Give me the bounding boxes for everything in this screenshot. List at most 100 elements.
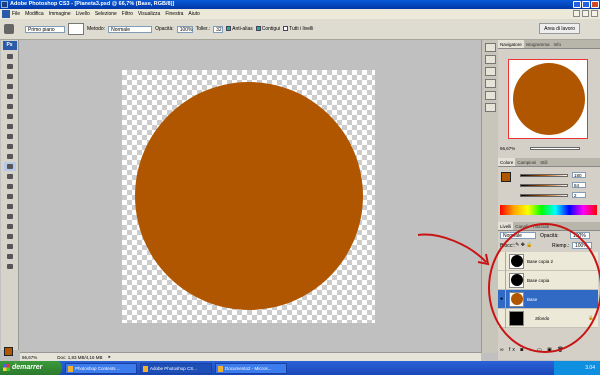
close-button[interactable] (591, 1, 599, 8)
menu-finestra[interactable]: Finestra (165, 11, 183, 17)
move-tool-icon[interactable] (4, 52, 16, 61)
menu-livello[interactable]: Livello (76, 11, 90, 17)
workspace-button[interactable]: Area di lavoro (539, 23, 580, 34)
tab-livelli[interactable]: Livelli (498, 222, 514, 230)
hand-tool-icon[interactable] (4, 252, 16, 261)
brushes-panel-icon[interactable] (484, 67, 496, 76)
status-zoom[interactable]: 66,67% (22, 355, 37, 360)
slice-tool-icon[interactable] (4, 102, 16, 111)
tab-navigatore[interactable]: Navigatore (498, 40, 524, 48)
start-button[interactable]: demarrer (0, 361, 62, 375)
color-fg-swatch[interactable] (501, 172, 511, 182)
zoom-tool-icon[interactable] (4, 262, 16, 271)
menu-visualizza[interactable]: Visualizza (138, 11, 160, 17)
toolbox: Ps (1, 40, 19, 356)
shape-tool-icon[interactable] (4, 222, 16, 231)
red-slider[interactable] (520, 174, 568, 177)
dodge-tool-icon[interactable] (4, 182, 16, 191)
navigator-zoom-slider[interactable] (530, 147, 580, 150)
paint-bucket-icon[interactable] (4, 24, 14, 34)
lock-icons[interactable]: ▫ ✎ ✥ 🔒 (512, 242, 533, 248)
layer-row[interactable]: Base copia 2 (498, 251, 598, 271)
notes-tool-icon[interactable] (4, 232, 16, 241)
eye-icon[interactable]: ● (498, 289, 506, 309)
navigator-zoom[interactable]: 66,67% (500, 146, 515, 151)
menu-aiuto[interactable]: Aiuto (188, 11, 199, 17)
clone-source-icon[interactable] (484, 91, 496, 100)
layer-row-selected[interactable]: ● Base (498, 289, 598, 309)
color-tabs: Colore Campioni Stili (498, 158, 600, 167)
healing-tool-icon[interactable] (4, 112, 16, 121)
menu-filtro[interactable]: Filtro (122, 11, 133, 17)
layer-name: Base (527, 296, 538, 302)
all-layers-checkbox[interactable]: Tutti i livelli (283, 26, 313, 32)
tab-canali[interactable]: Canali (513, 222, 530, 230)
tab-info[interactable]: Info (552, 40, 564, 48)
layers-footer-icons[interactable]: ∞ fx ◙ ◑ ▭ ▣ 🗑 (500, 347, 566, 353)
eraser-tool-icon[interactable] (4, 152, 16, 161)
contiguous-checkbox[interactable]: Contigui (255, 26, 280, 32)
tab-tracciati[interactable]: Tracciati (530, 222, 551, 230)
layer-opacity-input[interactable]: 100% (570, 232, 590, 239)
layer-comps-icon[interactable] (484, 103, 496, 112)
blue-value[interactable]: 2 (572, 192, 586, 198)
visibility-toggle-icon[interactable] (498, 270, 506, 290)
blend-mode-select[interactable]: Normale (500, 232, 536, 239)
minimize-button[interactable] (573, 1, 581, 8)
pen-tool-icon[interactable] (4, 192, 16, 201)
tab-campioni[interactable]: Campioni (515, 158, 538, 166)
magic-wand-tool-icon[interactable] (4, 82, 16, 91)
visibility-toggle-icon[interactable] (498, 251, 506, 271)
menu-modifica[interactable]: Modifica (25, 11, 44, 17)
tolerance-input[interactable]: 32 (213, 25, 224, 33)
layers-tabs: Livelli Canali Tracciati (498, 222, 600, 231)
doc-restore-button[interactable] (582, 10, 589, 17)
brush-tool-icon[interactable] (4, 122, 16, 131)
pattern-swatch[interactable] (68, 23, 84, 35)
taskbar-item-word[interactable]: Documento2 - Micros... (215, 362, 287, 374)
menu-immagine[interactable]: Immagine (49, 11, 71, 17)
actions-panel-icon[interactable] (484, 55, 496, 64)
menu-file[interactable]: File (12, 11, 20, 17)
taskbar-item-photoshop[interactable]: Adobe Photoshop CS... (140, 362, 212, 374)
ps-menu-icon[interactable] (2, 10, 10, 18)
red-value[interactable]: 180 (572, 172, 586, 178)
doc-minimize-button[interactable] (573, 10, 580, 17)
foreground-color-swatch[interactable] (4, 347, 13, 356)
paint-bucket-tool-icon[interactable] (3, 162, 16, 171)
stamp-tool-icon[interactable] (4, 132, 16, 141)
blue-slider[interactable] (520, 194, 568, 197)
color-spectrum-bar[interactable] (500, 205, 597, 215)
tab-istogramma[interactable]: Istogramma (524, 40, 552, 48)
eyedropper-tool-icon[interactable] (4, 242, 16, 251)
layer-row[interactable]: Base copia (498, 270, 598, 290)
crop-tool-icon[interactable] (4, 92, 16, 101)
marquee-tool-icon[interactable] (4, 62, 16, 71)
history-panel-icon[interactable] (484, 43, 496, 52)
doc-close-button[interactable] (591, 10, 598, 17)
layer-name: Sfondo (535, 315, 550, 321)
layer-name: Base copia 2 (527, 258, 554, 264)
fill-input[interactable]: 100% (572, 242, 592, 249)
visibility-toggle-icon[interactable] (498, 308, 506, 328)
lasso-tool-icon[interactable] (4, 72, 16, 81)
taskbar-item-browser[interactable]: Photoshop Contests ... (65, 362, 137, 374)
antialias-checkbox[interactable]: Anti-alias (226, 26, 253, 32)
blur-tool-icon[interactable] (4, 172, 16, 181)
tool-presets-icon[interactable] (484, 79, 496, 88)
tab-stili[interactable]: Stili (538, 158, 549, 166)
status-arrow-icon[interactable]: ▸ (109, 354, 111, 360)
maximize-button[interactable] (582, 1, 590, 8)
mode-select[interactable]: Normale (108, 25, 153, 33)
fill-source-select[interactable]: Primo piano (25, 25, 65, 33)
type-tool-icon[interactable] (4, 202, 16, 211)
mode-label: Metodo: (87, 26, 106, 32)
path-select-tool-icon[interactable] (4, 212, 16, 221)
layer-row[interactable]: Sfondo 🔒 (498, 308, 598, 328)
menu-selezione[interactable]: Selezione (95, 11, 117, 17)
opacity-input[interactable]: 100% (176, 25, 193, 33)
green-value[interactable]: 84 (572, 182, 586, 188)
history-brush-tool-icon[interactable] (4, 142, 16, 151)
green-slider[interactable] (520, 184, 568, 187)
tab-colore[interactable]: Colore (498, 158, 516, 166)
